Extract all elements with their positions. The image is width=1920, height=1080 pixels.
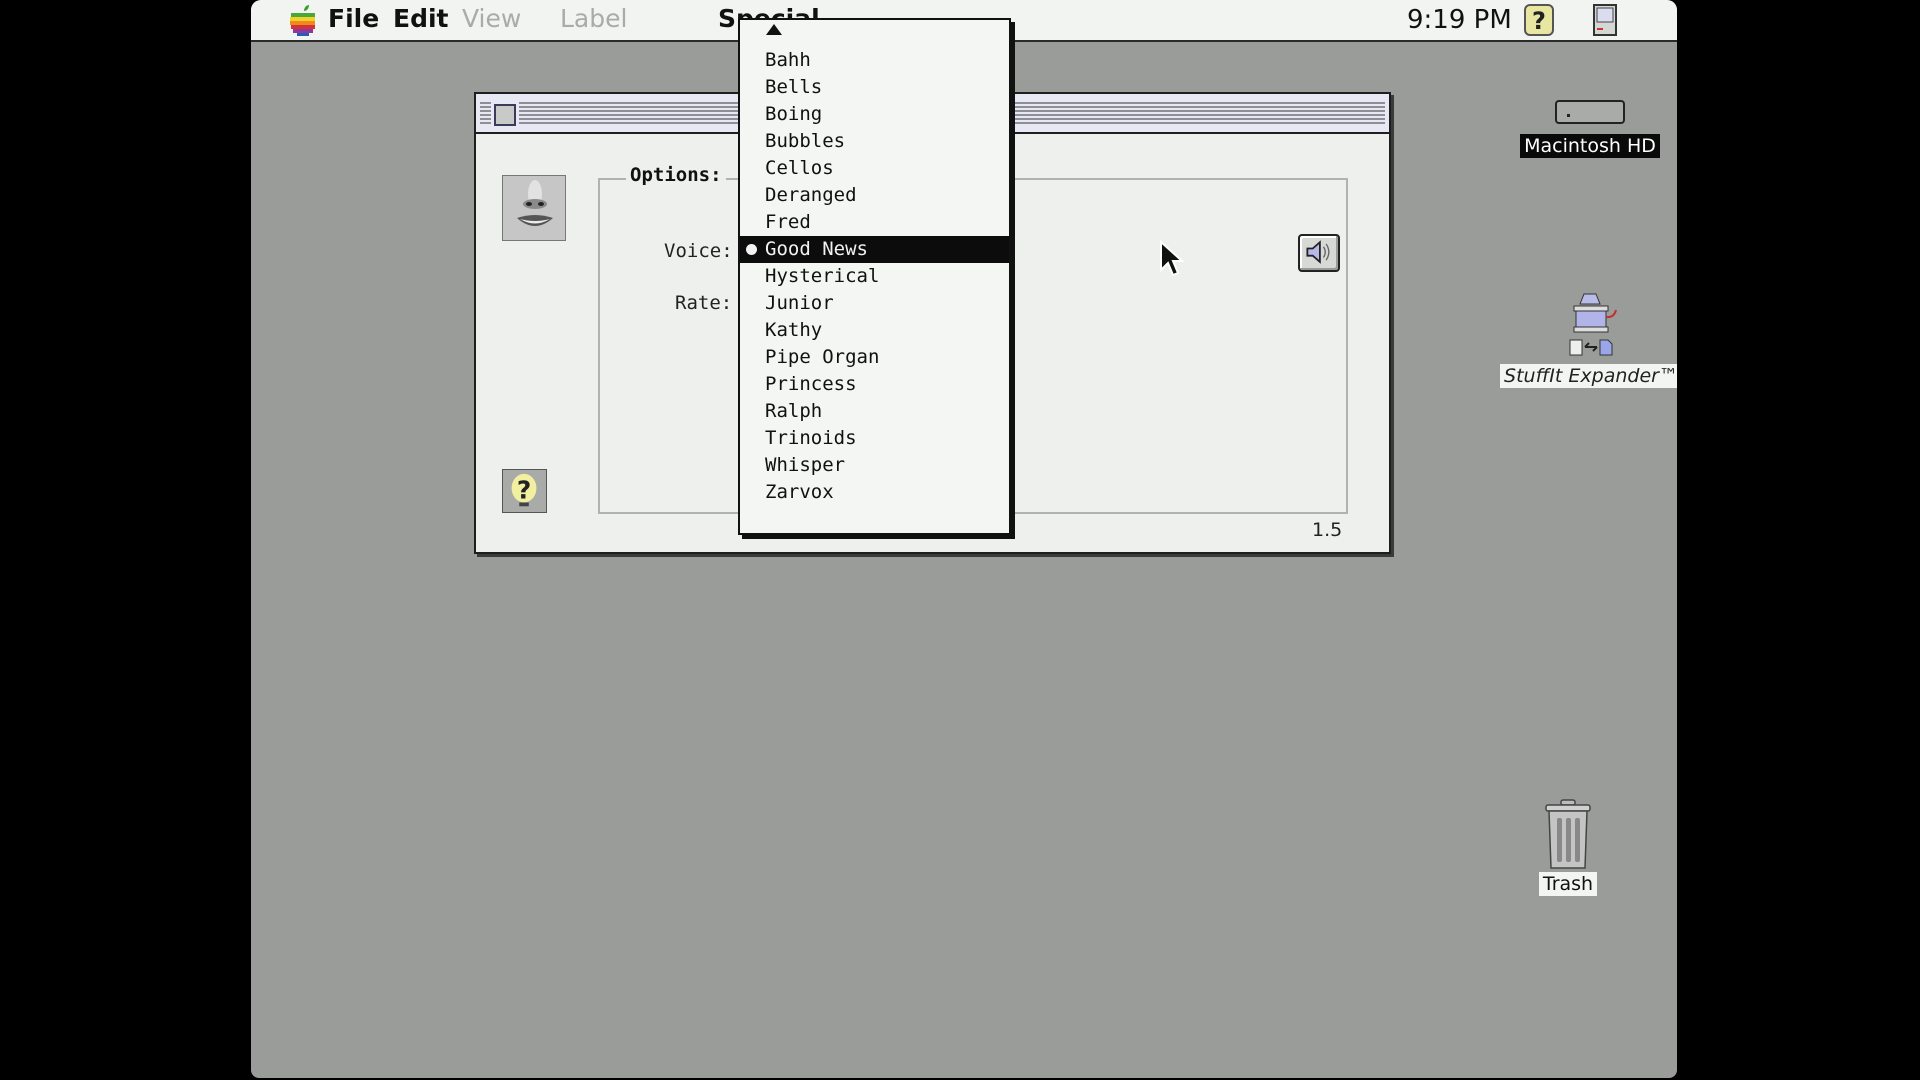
voice-menu-item-label: Trinoids	[765, 427, 857, 449]
voice-menu-item-label: Pipe Organ	[765, 346, 880, 368]
desktop-icon-trash[interactable]: Trash	[1528, 798, 1608, 896]
menu-scroll-up-arrow-icon[interactable]	[766, 24, 782, 35]
voice-menu-item-label: Princess	[765, 373, 857, 395]
voice-menu-item[interactable]: Ralph	[740, 398, 1009, 425]
voice-menu-item-label: Bahh	[765, 49, 811, 71]
desktop-icon-macintosh-hd[interactable]: Macintosh HD	[1515, 100, 1665, 158]
voice-menu-item[interactable]: Zarvox	[740, 479, 1009, 506]
desktop: File Edit View Label Special 9:19 PM ?	[251, 0, 1677, 1078]
voice-menu-item[interactable]: Cellos	[740, 155, 1009, 182]
help-question-icon: ?	[511, 473, 537, 507]
mouse-pointer-icon	[1160, 240, 1185, 277]
close-box-button[interactable]	[494, 104, 516, 126]
options-heading: Options:	[626, 164, 726, 186]
voice-menu-item[interactable]: Deranged	[740, 182, 1009, 209]
voice-menu-item-label: Boing	[765, 103, 823, 125]
voice-menu-item-label: Junior	[765, 292, 834, 314]
version-label: 1.5	[1312, 519, 1343, 541]
help-button[interactable]: ?	[502, 469, 547, 513]
voice-menu-item-label: Ralph	[765, 400, 823, 422]
voice-menu-item-label: Hysterical	[765, 265, 880, 287]
speech-mouth-icon	[502, 175, 566, 241]
rate-label: Rate:	[675, 292, 733, 314]
voice-menu-item[interactable]: Trinoids	[740, 425, 1009, 452]
voice-menu-item[interactable]: Fred	[740, 209, 1009, 236]
voice-menu-item-label: Good News	[765, 238, 868, 260]
voice-menu-item[interactable]: Whisper	[740, 452, 1009, 479]
desktop-icon-label: StuffIt Expander™	[1500, 364, 1677, 388]
voice-menu-item[interactable]: Hysterical	[740, 263, 1009, 290]
voice-menu-item-label: Cellos	[765, 157, 834, 179]
menu-view[interactable]: View	[462, 4, 521, 33]
voice-label: Voice:	[664, 240, 733, 262]
speaker-icon	[1306, 240, 1330, 264]
voice-menu-item[interactable]: Princess	[740, 371, 1009, 398]
voice-menu-item-label: Bells	[765, 76, 823, 98]
stuffit-expander-icon	[1569, 293, 1617, 356]
voice-menu-item-label: Zarvox	[765, 481, 834, 503]
svg-text:?: ?	[517, 476, 531, 505]
hard-disk-icon	[1555, 100, 1625, 124]
desktop-icon-label: Macintosh HD	[1520, 134, 1660, 158]
desktop-icon-label: Trash	[1538, 872, 1598, 896]
voice-menu-item-label: Fred	[765, 211, 811, 233]
desktop-icon-stuffit-expander[interactable]: StuffIt Expander™	[1491, 292, 1677, 388]
apple-menu-icon[interactable]	[289, 4, 317, 36]
finder-mac-icon[interactable]	[1591, 3, 1619, 37]
menu-label[interactable]: Label	[560, 4, 627, 33]
menu-clock[interactable]: 9:19 PM	[1407, 5, 1512, 35]
voice-menu-item[interactable]: Bells	[740, 74, 1009, 101]
voice-menu-item[interactable]: Boing	[740, 101, 1009, 128]
voice-menu-item[interactable]: Bahh	[740, 47, 1009, 74]
play-voice-button[interactable]	[1298, 234, 1340, 272]
selected-bullet-icon	[746, 244, 757, 255]
voice-menu-item[interactable]: Good News	[740, 236, 1009, 263]
voice-menu-item[interactable]: Junior	[740, 290, 1009, 317]
voice-menu-item[interactable]: Kathy	[740, 317, 1009, 344]
voice-menu-item-label: Bubbles	[765, 130, 846, 152]
voice-menu-item-label: Deranged	[765, 184, 857, 206]
voice-popup-menu: Bahh Bells Boing Bubbles Cellos Deranged Fred G…	[738, 18, 1011, 535]
svg-text:?: ?	[1532, 7, 1546, 35]
voice-menu-item-label: Kathy	[765, 319, 823, 341]
menu-edit[interactable]: Edit	[393, 4, 449, 33]
voice-menu-item[interactable]: Bubbles	[740, 128, 1009, 155]
voice-menu-item-label: Whisper	[765, 454, 846, 476]
menu-file[interactable]: File	[328, 4, 379, 33]
voice-menu-item[interactable]: Pipe Organ	[740, 344, 1009, 371]
balloon-help-icon[interactable]: ?	[1523, 3, 1555, 37]
trash-icon	[1545, 799, 1591, 869]
